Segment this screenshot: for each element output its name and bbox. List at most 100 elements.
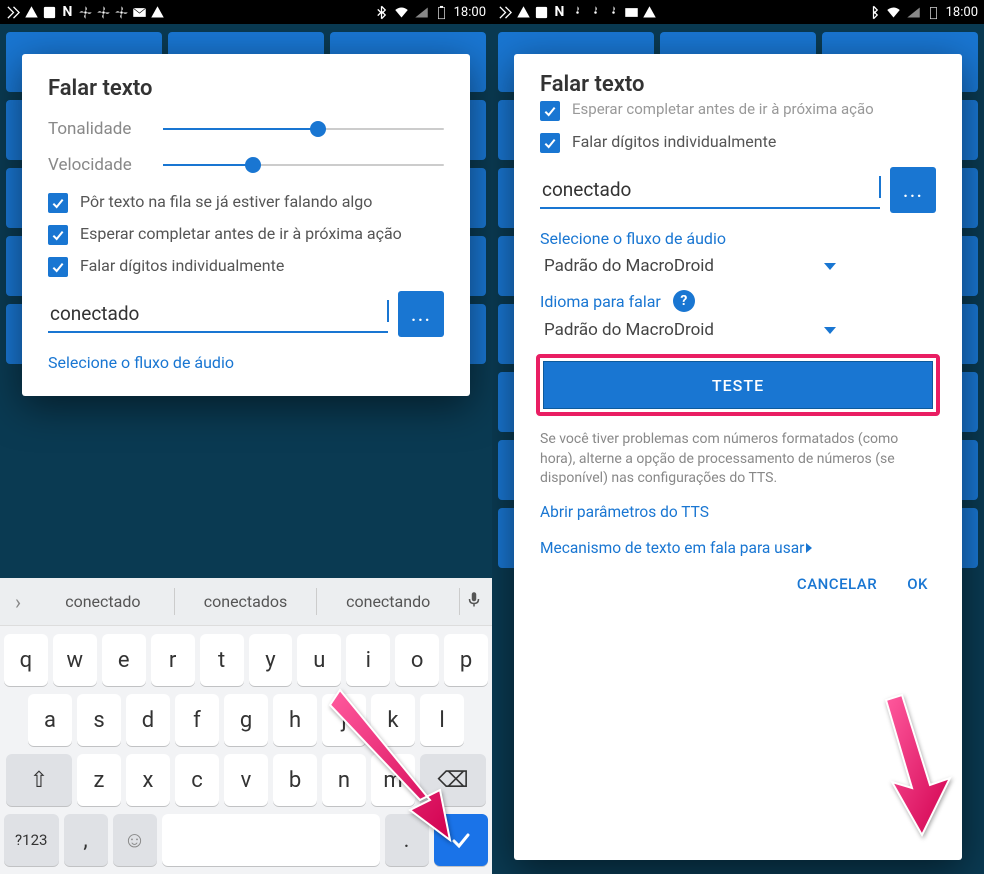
fan-icon — [606, 5, 621, 20]
key-h[interactable]: h — [273, 694, 317, 746]
dialog-title: Falar texto — [48, 76, 444, 101]
key-t[interactable]: t — [200, 634, 244, 686]
key-s[interactable]: s — [77, 694, 121, 746]
key-x[interactable]: x — [126, 754, 170, 806]
mic-icon[interactable] — [460, 590, 488, 613]
key-w[interactable]: w — [53, 634, 97, 686]
fan-icon — [588, 5, 603, 20]
key-n[interactable]: n — [322, 754, 366, 806]
space-key[interactable] — [162, 814, 380, 866]
digits-label: Falar dígitos individualmente — [572, 131, 776, 153]
speed-slider-row: Velocidade — [48, 155, 444, 175]
key-z[interactable]: z — [77, 754, 121, 806]
mail-icon — [624, 5, 639, 20]
key-l[interactable]: l — [420, 694, 464, 746]
key-b[interactable]: b — [273, 754, 317, 806]
backspace-key[interactable]: ⌫ — [420, 754, 486, 806]
chevron-right-icon — [806, 543, 812, 553]
symbols-key[interactable]: ?123 — [4, 814, 59, 866]
test-button[interactable]: TESTE — [543, 361, 933, 409]
suggestion-2[interactable]: conectados — [175, 588, 318, 615]
ok-button[interactable]: OK — [907, 575, 928, 593]
image-icon — [534, 5, 549, 20]
digits-checkbox[interactable] — [48, 257, 68, 277]
suggestion-1[interactable]: conectado — [32, 588, 175, 615]
text-input[interactable]: conectado — [540, 172, 880, 209]
key-q[interactable]: q — [4, 634, 48, 686]
select-value: Padrão do MacroDroid — [544, 256, 714, 276]
key-m[interactable]: m — [371, 754, 415, 806]
tonality-slider-row: Tonalidade — [48, 119, 444, 139]
speak-text-dialog: Falar texto Esperar completar antes de i… — [514, 54, 962, 860]
signal-icon — [906, 5, 921, 20]
text-caret — [387, 300, 389, 322]
tts-info-text: Se você tiver problemas com números form… — [540, 430, 936, 489]
key-a[interactable]: a — [28, 694, 72, 746]
tonality-slider[interactable] — [163, 128, 444, 130]
soft-keyboard: › conectado conectados conectando qwerty… — [0, 578, 492, 874]
n-icon: N — [552, 5, 567, 20]
key-r[interactable]: r — [151, 634, 195, 686]
speed-slider[interactable] — [163, 164, 444, 166]
chevron-down-icon — [824, 263, 836, 270]
status-time: 18:00 — [946, 5, 978, 20]
help-icon[interactable]: ? — [673, 290, 695, 312]
battery-icon — [926, 5, 941, 20]
comma-key[interactable]: , — [64, 814, 108, 866]
audio-stream-select[interactable]: Padrão do MacroDroid — [540, 256, 936, 276]
app-icon — [6, 5, 21, 20]
wait-checkbox[interactable] — [540, 101, 560, 121]
wait-checkbox[interactable] — [48, 225, 68, 245]
key-o[interactable]: o — [395, 634, 439, 686]
key-k[interactable]: k — [371, 694, 415, 746]
key-u[interactable]: u — [297, 634, 341, 686]
tts-engine-link[interactable]: Mecanismo de texto em fala para usar — [540, 539, 936, 557]
key-g[interactable]: g — [224, 694, 268, 746]
left-phone-screen: N 18:00 Falar texto Tonalidade — [0, 0, 492, 874]
right-phone-screen: N 18:00 Falar texto Esperar comple — [492, 0, 984, 874]
language-select[interactable]: Padrão do MacroDroid — [540, 320, 936, 340]
queue-label: Pôr texto na fila se já estiver falando … — [80, 191, 372, 213]
status-time: 18:00 — [454, 5, 486, 20]
text-input-wrap: conectado — [48, 296, 388, 333]
audio-stream-link[interactable]: Selecione o fluxo de áudio — [48, 353, 444, 372]
expand-suggestions-icon[interactable]: › — [4, 590, 32, 614]
key-y[interactable]: y — [249, 634, 293, 686]
key-i[interactable]: i — [346, 634, 390, 686]
key-c[interactable]: c — [175, 754, 219, 806]
tonality-label: Tonalidade — [48, 119, 163, 139]
period-key[interactable]: . — [385, 814, 429, 866]
bluetooth-icon — [374, 5, 389, 20]
key-d[interactable]: d — [126, 694, 170, 746]
key-p[interactable]: p — [444, 634, 488, 686]
key-f[interactable]: f — [175, 694, 219, 746]
wait-label: Esperar completar antes de ir à próxima … — [80, 223, 402, 245]
emoji-key[interactable]: ☺ — [113, 814, 157, 866]
fan-icon — [114, 5, 129, 20]
queue-checkbox[interactable] — [48, 193, 68, 213]
wait-label: Esperar completar antes de ir à próxima … — [572, 99, 874, 119]
status-bar: N 18:00 — [492, 0, 984, 24]
annotation-highlight: TESTE — [536, 354, 940, 416]
more-button[interactable]: ... — [398, 291, 444, 337]
open-tts-params-link[interactable]: Abrir parâmetros do TTS — [540, 503, 936, 521]
wifi-icon — [394, 5, 409, 20]
fan-icon — [96, 5, 111, 20]
key-v[interactable]: v — [224, 754, 268, 806]
language-label: Idioma para falar — [540, 292, 661, 311]
digits-label: Falar dígitos individualmente — [80, 255, 284, 277]
enter-key[interactable] — [434, 814, 489, 866]
key-e[interactable]: e — [102, 634, 146, 686]
warning-icon — [516, 5, 531, 20]
text-caret — [879, 176, 881, 198]
digits-checkbox[interactable] — [540, 133, 560, 153]
mail-icon — [132, 5, 147, 20]
image-icon — [42, 5, 57, 20]
suggestion-3[interactable]: conectando — [317, 588, 460, 615]
shift-key[interactable]: ⇧ — [6, 754, 72, 806]
more-button[interactable]: ... — [890, 167, 936, 213]
key-j[interactable]: j — [322, 694, 366, 746]
signal-icon — [414, 5, 429, 20]
text-input[interactable]: conectado — [48, 296, 388, 333]
cancel-button[interactable]: CANCELAR — [797, 575, 877, 593]
